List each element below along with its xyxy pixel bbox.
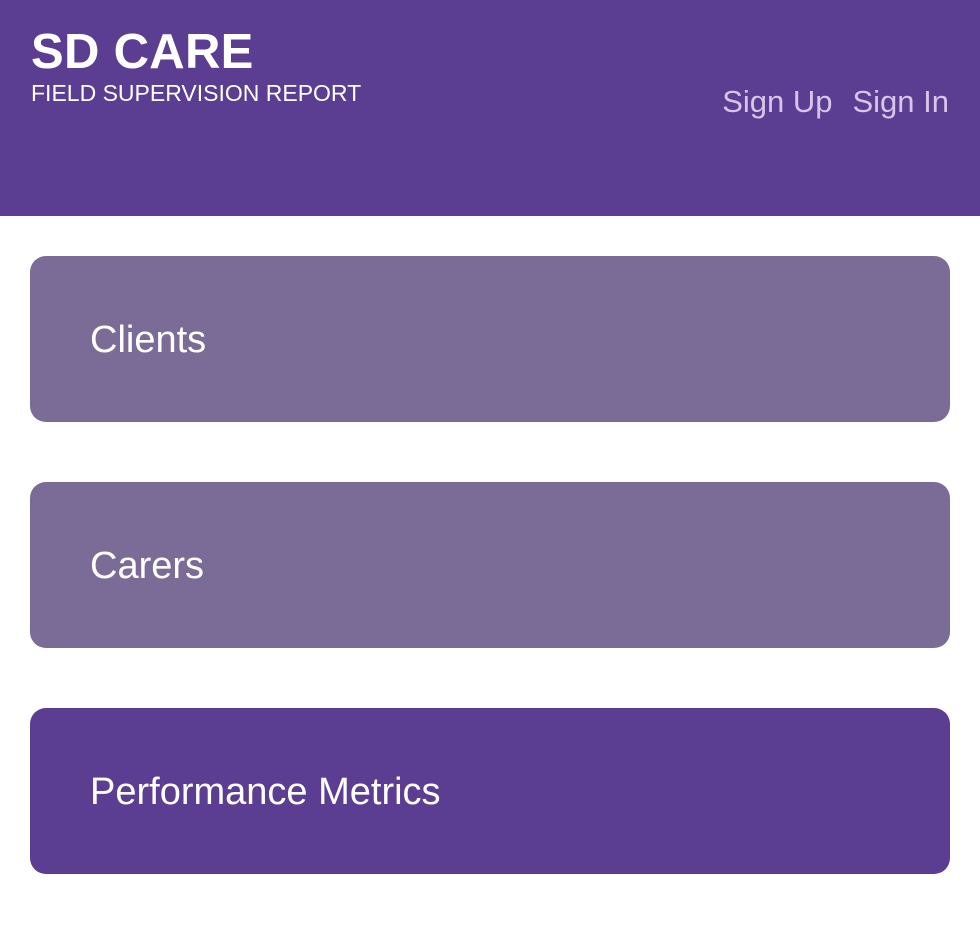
sign-in-link[interactable]: Sign In [852, 82, 949, 122]
carers-card[interactable]: Carers [30, 482, 950, 648]
sign-up-link[interactable]: Sign Up [722, 82, 832, 122]
app-title: SD CARE [31, 25, 254, 79]
clients-card-label: Clients [90, 319, 207, 361]
clients-card[interactable]: Clients [30, 256, 950, 422]
app-header: SD CARE FIELD SUPERVISION REPORT Sign Up… [0, 0, 980, 216]
app-subtitle: FIELD SUPERVISION REPORT [31, 80, 362, 106]
carers-card-label: Carers [90, 545, 205, 587]
performance-metrics-card-label: Performance Metrics [90, 771, 441, 813]
performance-metrics-card[interactable]: Performance Metrics [30, 708, 950, 874]
brand: SD CARE FIELD SUPERVISION REPORT [31, 26, 361, 108]
menu-cards: Clients Carers Performance Metrics [30, 256, 950, 934]
auth-nav: Sign Up Sign In [722, 82, 949, 122]
